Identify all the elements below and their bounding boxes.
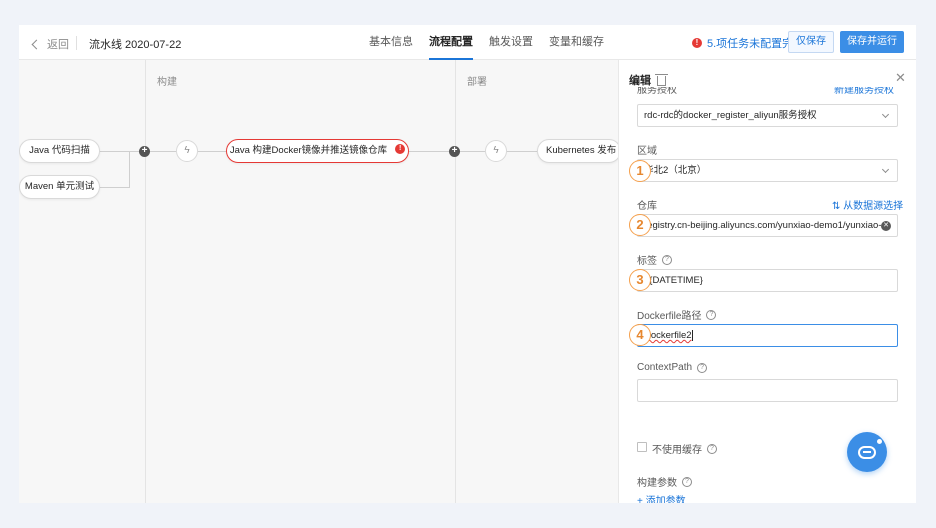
context-path-label: ContextPath?: [637, 362, 708, 373]
add-stage-icon[interactable]: +: [139, 146, 150, 157]
chat-icon: [858, 445, 876, 459]
help-icon[interactable]: ?: [662, 254, 672, 265]
task-java-scan[interactable]: Java 代码扫描: [19, 139, 100, 163]
tab-flow-config[interactable]: 流程配置: [429, 25, 473, 60]
connector: [460, 151, 485, 152]
repo-value: registry.cn-beijing.aliyuncs.com/yunxiao…: [644, 220, 882, 231]
callout-marker: 1: [629, 160, 651, 182]
connector: [100, 187, 130, 188]
task-label: Java 构建Docker镜像并推送镜像仓库: [229, 145, 388, 156]
region-select[interactable]: 华北2（北京）: [637, 159, 898, 182]
error-icon: !: [692, 38, 702, 48]
callout-marker: 4: [629, 324, 651, 346]
pipeline-canvas: 构建 部署 Java 代码扫描 Maven 单元测试 + ϟ Java 构建Do…: [19, 60, 621, 503]
back-link[interactable]: 返回: [31, 36, 69, 52]
stage-divider: [145, 60, 146, 503]
error-icon: !: [395, 144, 406, 155]
build-args-label: 构建参数?: [637, 474, 692, 489]
help-icon[interactable]: ?: [682, 476, 692, 487]
region-label: 区域: [637, 146, 657, 157]
help-icon[interactable]: ?: [706, 309, 717, 320]
chevron-down-icon: [881, 110, 890, 119]
add-stage-icon[interactable]: +: [449, 146, 460, 157]
stage-divider: [455, 60, 456, 503]
bolt-icon[interactable]: ϟ: [176, 140, 198, 162]
pipeline-title: 流水线 2020-07-22: [89, 39, 182, 51]
tag-input[interactable]: ${DATETIME}: [637, 269, 898, 292]
service-auth-label: 服务授权: [637, 87, 677, 95]
trash-icon[interactable]: [655, 74, 668, 86]
app-window: 返回 流水线 2020-07-22 基本信息 流程配置 触发设置 变量和缓存 !…: [19, 25, 916, 503]
tab-basic-info[interactable]: 基本信息: [369, 25, 413, 60]
tag-value: ${DATETIME}: [644, 275, 703, 286]
divider: [76, 36, 77, 50]
task-docker-build[interactable]: Java 构建Docker镜像并推送镜像仓库!: [226, 139, 409, 163]
bolt-icon[interactable]: ϟ: [485, 140, 507, 162]
dockerfile-path-input[interactable]: Dockerfile2: [637, 324, 898, 347]
callout-marker: 2: [629, 214, 651, 236]
chat-button[interactable]: [847, 432, 887, 472]
context-path-input[interactable]: [637, 379, 898, 402]
connector: [409, 151, 449, 152]
chevron-left-icon: [31, 39, 42, 49]
task-maven-test[interactable]: Maven 单元测试: [19, 175, 100, 199]
panel-title-text: 编辑: [629, 75, 651, 87]
service-auth-select[interactable]: rdc-rdc的docker_register_aliyun服务授权: [637, 104, 898, 127]
dockerfile-label: Dockerfile路径?: [637, 307, 717, 322]
back-label: 返回: [47, 39, 69, 51]
repo-label: 仓库: [637, 201, 657, 212]
stage-title-build: 构建: [157, 77, 177, 88]
save-and-run-button[interactable]: 保存并运行: [840, 31, 904, 53]
add-param-button[interactable]: + 添加参数: [637, 492, 686, 503]
close-icon[interactable]: ✕: [895, 70, 906, 86]
notification-dot: [876, 438, 883, 445]
service-auth-value: rdc-rdc的docker_register_aliyun服务授权: [644, 110, 817, 121]
save-button[interactable]: 仅保存: [788, 31, 834, 53]
warning-text: 5.项任务未配置完: [707, 38, 794, 50]
callout-marker: 3: [629, 269, 651, 291]
tag-label: 标签?: [637, 252, 672, 267]
dockerfile-value: Dockerfile2: [644, 330, 692, 341]
help-icon[interactable]: ?: [707, 443, 717, 454]
chevron-down-icon: [881, 165, 890, 174]
connector: [198, 151, 226, 152]
repo-input[interactable]: registry.cn-beijing.aliyuncs.com/yunxiao…: [637, 214, 898, 237]
panel-title: 编辑: [629, 72, 668, 88]
help-icon[interactable]: ?: [697, 362, 708, 373]
connector: [99, 151, 139, 152]
tab-bar: 基本信息 流程配置 触发设置 变量和缓存: [369, 25, 620, 60]
text-caret: [691, 329, 693, 341]
connector: [150, 151, 176, 152]
no-cache-label: 不使用缓存?: [652, 441, 717, 456]
connector: [129, 151, 130, 187]
region-value: 华北2（北京）: [644, 165, 707, 176]
unconfigured-warning[interactable]: ! 5.项任务未配置完: [692, 35, 793, 51]
connector: [507, 151, 537, 152]
tab-variables-cache[interactable]: 变量和缓存: [549, 25, 604, 60]
select-from-datasource-link[interactable]: ⇅ 从数据源选择: [832, 197, 903, 212]
task-k8s-deploy[interactable]: Kubernetes 发布: [537, 139, 621, 163]
top-bar: 返回 流水线 2020-07-22 基本信息 流程配置 触发设置 变量和缓存 !…: [19, 25, 916, 60]
no-cache-checkbox[interactable]: [637, 442, 647, 452]
tab-trigger-settings[interactable]: 触发设置: [489, 25, 533, 60]
new-service-auth-link[interactable]: 新建服务授权: [834, 87, 904, 95]
stage-title-deploy: 部署: [467, 77, 487, 88]
clear-icon[interactable]: ✕: [881, 221, 891, 231]
